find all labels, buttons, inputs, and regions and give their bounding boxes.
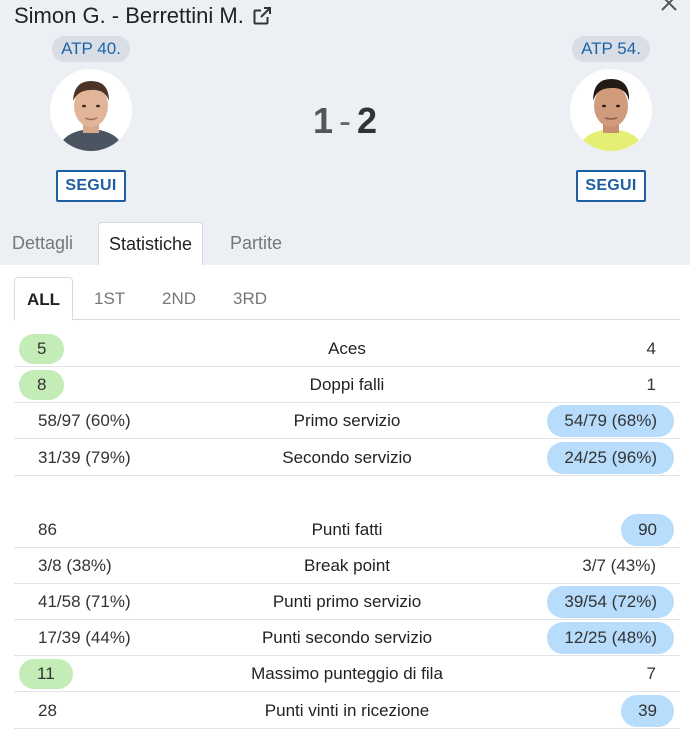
match-title[interactable]: Simon G. - Berrettini M.	[14, 3, 272, 29]
stat-label: Break point	[304, 556, 390, 575]
stat-row: 31/39 (79%) Secondo servizio 24/25 (96%)	[14, 440, 680, 476]
external-link-icon[interactable]	[252, 6, 272, 26]
stat-label: Massimo punteggio di fila	[251, 664, 443, 683]
stat-value-player-two: 12/25 (48%)	[547, 622, 674, 654]
stat-value-player-two: 24/25 (96%)	[547, 442, 674, 474]
stat-value-player-two: 4	[646, 339, 656, 358]
player-two-rank: ATP 54.	[572, 36, 650, 62]
stat-row: 17/39 (44%) Punti secondo servizio 12/25 (…	[14, 620, 680, 656]
stat-label: Punti secondo servizio	[261, 628, 433, 647]
stat-value-player-two: 90	[621, 514, 674, 546]
stat-row: 86 Punti fatti 90	[14, 512, 680, 548]
player-one: ATP 40. SEGUI	[36, 36, 146, 202]
stat-value-player-one: 31/39 (79%)	[38, 448, 131, 467]
stat-row: 58/97 (60%) Primo servizio 54/79 (68%)	[14, 403, 680, 439]
stat-label: Doppi falli	[309, 375, 385, 394]
stat-value-player-two: 39	[621, 695, 674, 727]
match-header: Simon G. - Berrettini M. ATP 40. SEGUI 1…	[0, 0, 690, 265]
match-score: 1-2	[290, 100, 400, 142]
match-title-text: Simon G. - Berrettini M.	[14, 3, 244, 28]
stat-value-player-two: 1	[646, 375, 656, 394]
set-tabs: ALL 1ST 2ND 3RD	[14, 277, 680, 321]
player-one-avatar[interactable]	[50, 69, 132, 151]
stat-value-player-two: 54/79 (68%)	[547, 405, 674, 437]
score-player-one: 1	[312, 100, 333, 141]
tab-set-3rd[interactable]: 3RD	[233, 277, 267, 320]
stat-value-player-one: 41/58 (71%)	[38, 592, 131, 611]
tab-partite[interactable]: Partite	[230, 222, 282, 265]
tab-set-2nd[interactable]: 2ND	[162, 277, 196, 320]
stat-value-player-one: 3/8 (38%)	[38, 556, 112, 575]
tab-set-1st[interactable]: 1ST	[94, 277, 125, 320]
close-icon[interactable]	[658, 0, 680, 14]
stat-value-player-one: 58/97 (60%)	[38, 411, 131, 430]
stat-row: 5 Aces 4	[14, 331, 680, 367]
main-tabs: Dettagli Statistiche Partite	[0, 222, 690, 265]
follow-player-one-button[interactable]: SEGUI	[56, 170, 126, 202]
stat-row: 11 Massimo punteggio di fila 7	[14, 656, 680, 692]
stat-row: 28 Punti vinti in ricezione 39	[14, 693, 680, 729]
stat-value-player-one: 8	[19, 370, 65, 400]
stat-value-player-one: 86	[38, 520, 57, 539]
score-player-two: 2	[357, 100, 378, 141]
stat-label: Aces	[328, 339, 366, 358]
player-one-rank: ATP 40.	[52, 36, 130, 62]
stat-value-player-one: 28	[38, 701, 57, 720]
stat-value-player-two: 7	[646, 664, 656, 683]
player-two: ATP 54. SEGUI	[556, 36, 666, 202]
tab-dettagli[interactable]: Dettagli	[12, 222, 73, 265]
stat-value-player-one: 17/39 (44%)	[38, 628, 131, 647]
player-two-avatar[interactable]	[570, 69, 652, 151]
stat-label: Punti fatti	[311, 520, 383, 539]
stat-label: Primo servizio	[293, 411, 401, 430]
stat-value-player-one: 11	[19, 659, 73, 689]
stat-label: Secondo servizio	[282, 448, 412, 467]
score-separator: -	[339, 100, 351, 141]
stat-label: Punti vinti in ricezione	[264, 701, 430, 720]
follow-player-two-button[interactable]: SEGUI	[576, 170, 646, 202]
stat-value-player-two: 3/7 (43%)	[582, 556, 656, 575]
stat-row: 41/58 (71%) Punti primo servizio 39/54 (72…	[14, 584, 680, 620]
tab-statistiche[interactable]: Statistiche	[98, 222, 204, 265]
stat-row: 3/8 (38%) Break point 3/7 (43%)	[14, 548, 680, 584]
tab-set-all[interactable]: ALL	[14, 277, 74, 321]
stat-label: Punti primo servizio	[272, 592, 422, 611]
stat-row: 8 Doppi falli 1	[14, 367, 680, 403]
stat-value-player-one: 5	[19, 334, 65, 364]
stat-value-player-two: 39/54 (72%)	[547, 586, 674, 618]
